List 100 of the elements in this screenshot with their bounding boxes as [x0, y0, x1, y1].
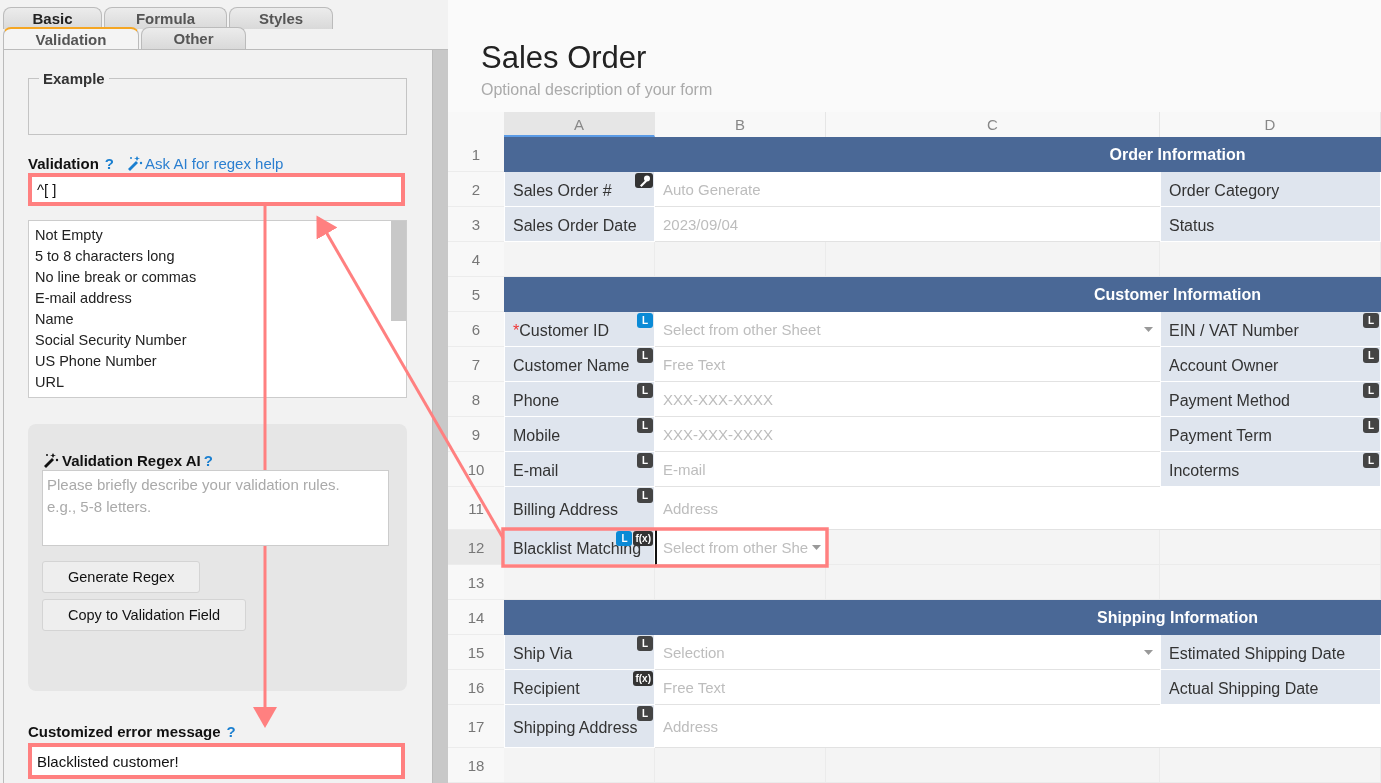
error-message-field[interactable]: Blacklisted customer!: [28, 743, 405, 779]
ai-help-link[interactable]: Ask AI for regex help: [145, 154, 284, 172]
field-label: EIN / VAT Number: [1169, 321, 1299, 341]
tab[interactable]: Formula: [104, 7, 227, 29]
label-cell[interactable]: Billing Address L: [504, 487, 655, 530]
column-header[interactable]: A: [504, 112, 655, 137]
preset-item[interactable]: US Phone Number: [35, 351, 385, 372]
label-cell[interactable]: Actual Shipping Date: [1160, 670, 1381, 705]
section-header: Shipping Information: [1097, 608, 1258, 627]
field-badge: f(x): [633, 671, 653, 686]
section-header: Customer Information: [1093, 285, 1262, 304]
placeholder-text: Selection: [663, 643, 725, 661]
row-header[interactable]: 12: [448, 530, 504, 565]
label-cell[interactable]: Phone L: [504, 382, 655, 417]
field-label: Sales Order Date: [513, 216, 637, 236]
field-label: Validation: [28, 154, 99, 172]
field-badge: L: [637, 383, 653, 398]
preset-item[interactable]: E-mail address: [35, 288, 385, 309]
field-badge: L: [1363, 313, 1379, 328]
field-label: Customized error message: [28, 722, 221, 740]
preset-item[interactable]: No line break or commas: [35, 267, 385, 288]
field-label: Phone: [513, 391, 560, 411]
section-header: Order Information: [1109, 145, 1246, 164]
field-label: Ship Via: [513, 644, 573, 664]
action-button[interactable]: Generate Regex: [42, 561, 201, 593]
label-cell[interactable]: E-mail L: [504, 452, 655, 487]
placeholder-text: Free Text: [663, 678, 726, 696]
label-cell[interactable]: Account Owner L: [1160, 347, 1381, 382]
field-label: Recipient: [513, 679, 580, 699]
preset-item[interactable]: Name: [35, 309, 385, 330]
field-badge: L: [637, 636, 653, 651]
placeholder-text: Address: [663, 717, 719, 735]
field-label: Billing Address: [513, 500, 618, 520]
field-label: Estimated Shipping Date: [1169, 644, 1346, 664]
label-cell[interactable]: Mobile L: [504, 417, 655, 452]
field-label: Mobile: [513, 426, 561, 446]
field-label: Order Category: [1169, 181, 1280, 201]
field-badge: L: [616, 531, 633, 546]
label-cell[interactable]: Recipient f(x): [504, 670, 655, 705]
field-badge: L: [1363, 348, 1379, 363]
placeholder-text: Address: [663, 499, 719, 517]
label-cell[interactable]: Payment Method L: [1160, 382, 1381, 417]
placeholder-text: 2023/09/04: [663, 215, 739, 233]
label-cell[interactable]: Estimated Shipping Date: [1160, 635, 1381, 670]
panel-heading: Validation Regex AI: [62, 451, 201, 469]
label-cell[interactable]: Status: [1160, 207, 1381, 242]
tab[interactable]: Other: [141, 27, 246, 49]
label-cell[interactable]: Sales Order #: [504, 172, 655, 207]
help-mark[interactable]: ?: [104, 154, 115, 172]
field-label: Incoterms: [1169, 461, 1240, 481]
label-cell[interactable]: Ship Via L: [504, 635, 655, 670]
field-label: Actual Shipping Date: [1169, 679, 1319, 699]
field-label: *Customer ID: [513, 321, 610, 341]
field-badge: f(x): [633, 531, 653, 546]
field-label: Status: [1169, 216, 1215, 236]
tab[interactable]: Validation: [3, 27, 139, 49]
tab[interactable]: Styles: [229, 7, 333, 29]
description-field[interactable]: Please briefly describe your validation rules. e.g., 5-8 letters.: [42, 470, 389, 546]
label-cell[interactable]: EIN / VAT Number L: [1160, 312, 1381, 347]
help-mark[interactable]: ?: [226, 722, 236, 740]
field-label: E-mail: [513, 461, 559, 481]
field-badge: L: [637, 313, 653, 328]
placeholder-text: XXX-XXX-XXXX: [663, 390, 774, 408]
field-badge: L: [1363, 418, 1379, 433]
field-badge: L: [637, 418, 653, 433]
form-description: Optional description of your form: [480, 80, 714, 100]
regex-field[interactable]: ^[ ]: [28, 173, 405, 206]
label-cell[interactable]: Order Category: [1160, 172, 1381, 207]
preset-item[interactable]: 5 to 8 characters long: [35, 246, 385, 267]
form-title: Sales Order: [480, 39, 648, 76]
placeholder-text: XXX-XXX-XXXX: [663, 425, 774, 443]
label-cell[interactable]: Shipping Address L: [504, 705, 655, 748]
scrollbar[interactable]: [391, 221, 406, 321]
action-button[interactable]: Copy to Validation Field: [42, 599, 247, 631]
field-label: Account Owner: [1169, 356, 1279, 376]
label-cell[interactable]: Sales Order Date: [504, 207, 655, 242]
help-mark[interactable]: ?: [203, 451, 213, 469]
magic-wand-icon: [42, 451, 59, 469]
example-legend: Example: [39, 70, 109, 87]
tab[interactable]: Basic: [3, 7, 102, 29]
field-label: Payment Method: [1169, 391, 1290, 411]
placeholder-text: Select from other Sheet: [663, 320, 821, 338]
field-badge: L: [1363, 453, 1379, 468]
preset-item[interactable]: Not Empty: [35, 225, 385, 246]
field-label: Payment Term: [1169, 426, 1272, 446]
field-label: Sales Order #: [513, 181, 612, 201]
label-cell[interactable]: *Customer ID L: [504, 312, 655, 347]
field-label: Shipping Address: [513, 718, 638, 738]
field-badge: L: [637, 453, 653, 468]
placeholder-text: Free Text: [663, 355, 726, 373]
placeholder-text: Auto Generate: [663, 180, 761, 198]
placeholder-text: E-mail: [663, 460, 706, 478]
preset-item[interactable]: URL: [35, 372, 385, 393]
preset-item[interactable]: Social Security Number: [35, 330, 385, 351]
label-cell[interactable]: Incoterms L: [1160, 452, 1381, 487]
label-cell[interactable]: Payment Term L: [1160, 417, 1381, 452]
preset-list[interactable]: Not Empty 5 to 8 characters long No line break or commas E-mail address Name Social Security Number US Phone Number URL: [28, 220, 407, 398]
label-cell[interactable]: Customer Name L: [504, 347, 655, 382]
scrollbar[interactable]: [432, 50, 448, 783]
field-badge: L: [637, 488, 653, 503]
